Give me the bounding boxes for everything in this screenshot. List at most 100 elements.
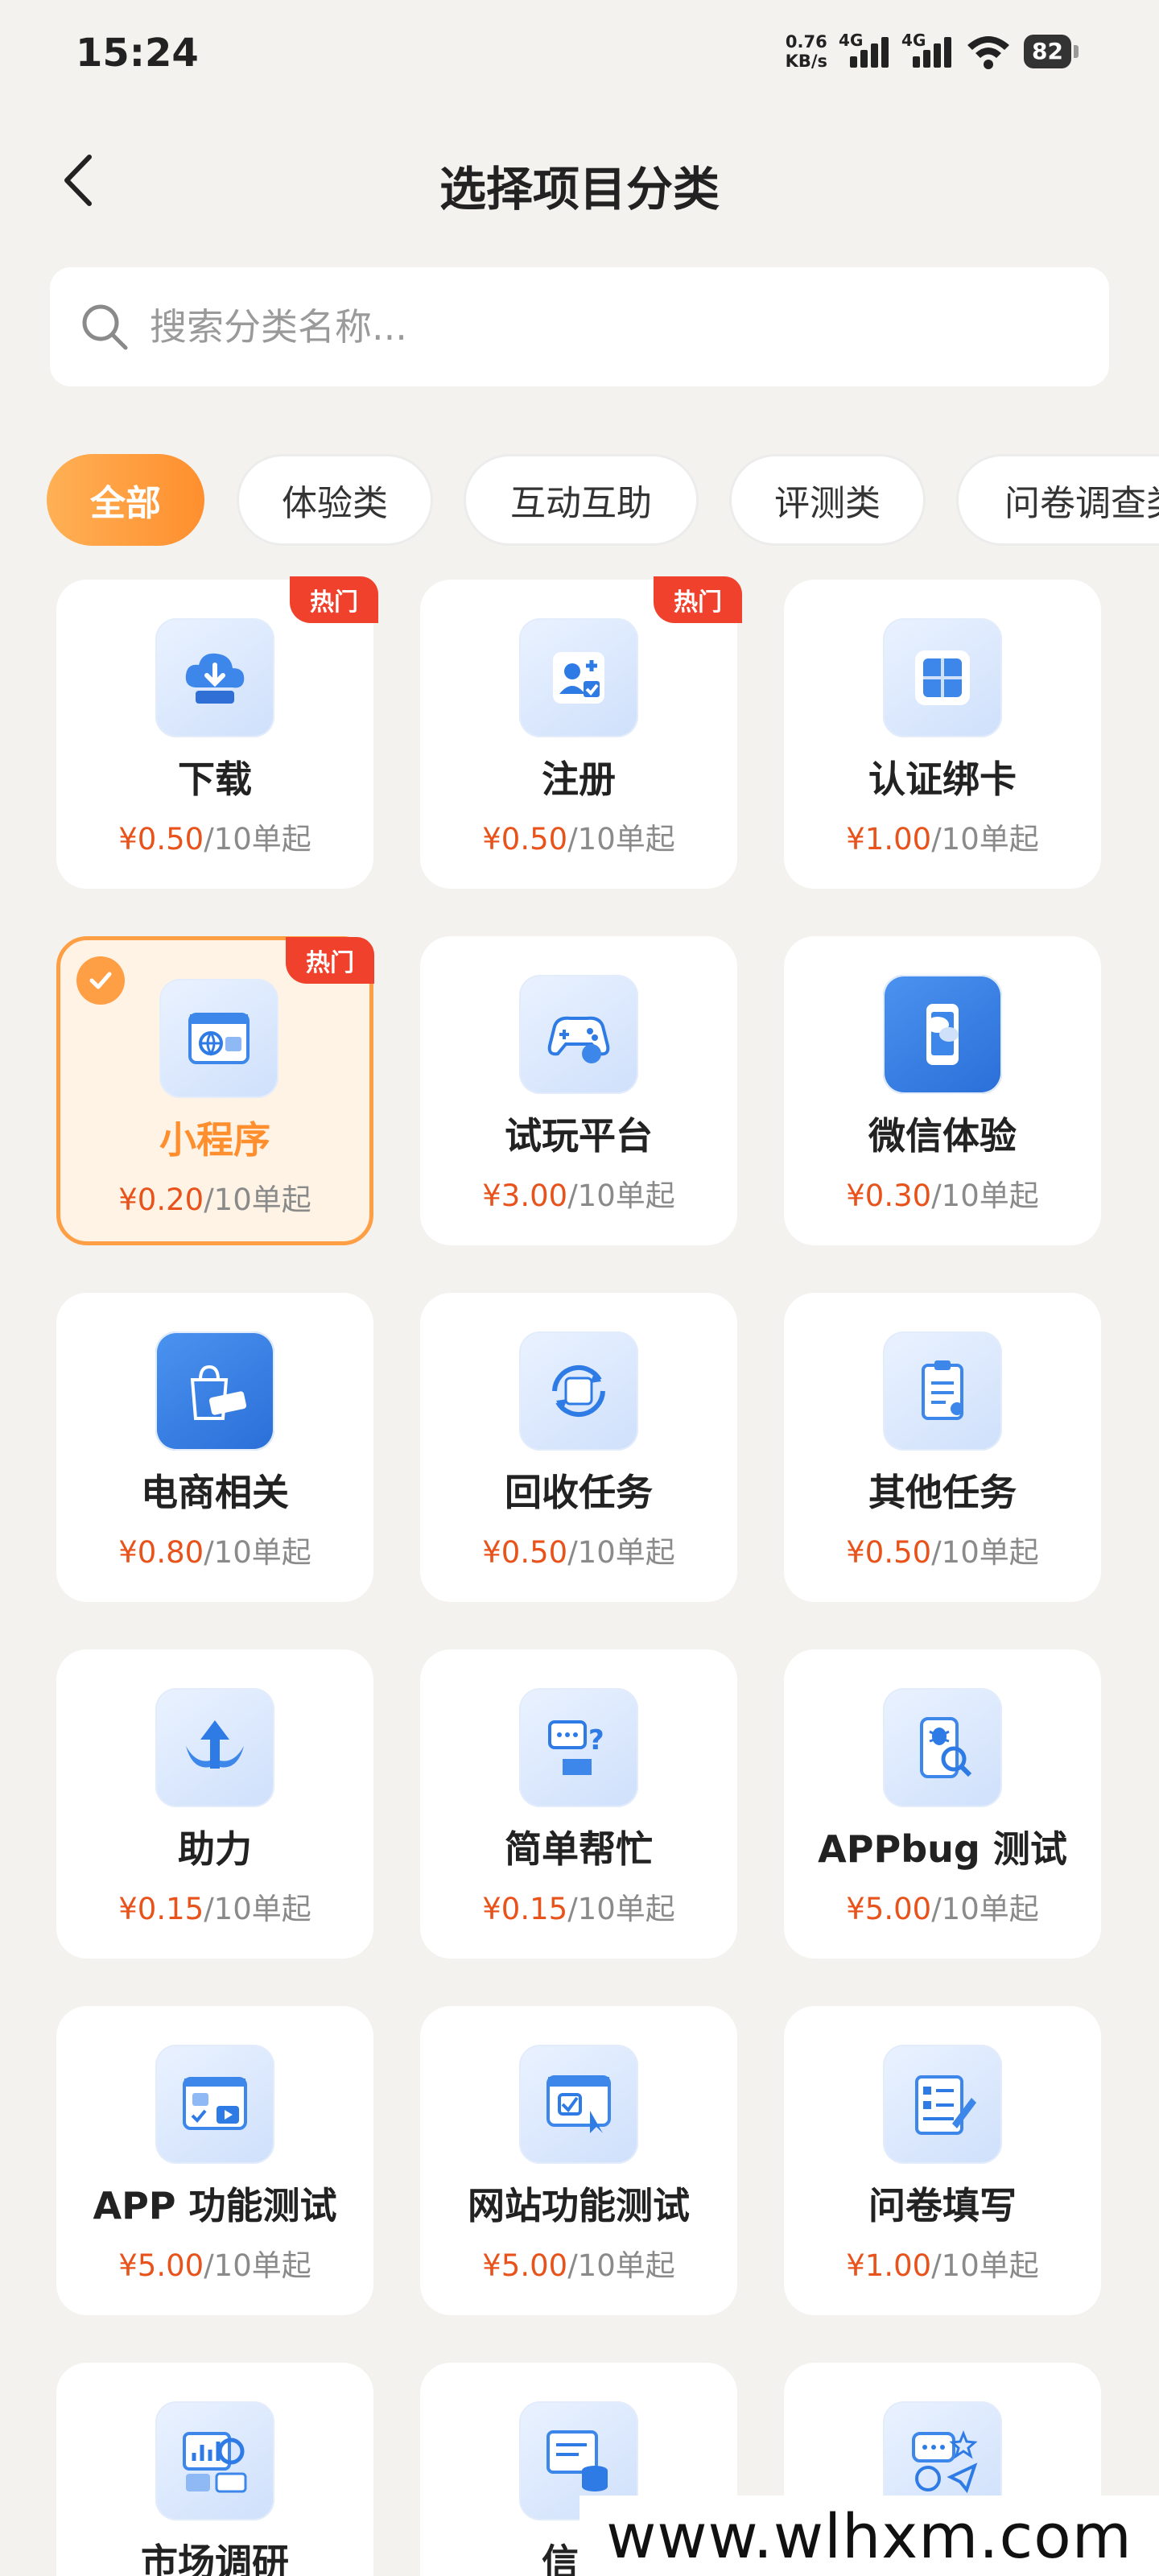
category-card[interactable]: 回收任务 ¥0.50/10单起 bbox=[420, 1293, 737, 1602]
tab-review[interactable]: 评测类 bbox=[729, 454, 926, 546]
mini-program-icon bbox=[159, 979, 278, 1098]
category-card[interactable]: 认证绑卡 ¥1.00/10单起 bbox=[784, 580, 1101, 889]
battery-level: 82 bbox=[1024, 35, 1071, 68]
category-card[interactable]: 热门 小程序 ¥0.20/10单起 bbox=[56, 936, 374, 1245]
network-speed-value: 0.76 bbox=[785, 32, 827, 52]
hot-badge: 热门 bbox=[290, 576, 378, 623]
price-amount: ¥0.50 bbox=[482, 822, 568, 857]
category-name: 下载 bbox=[178, 758, 252, 801]
search-icon bbox=[82, 304, 128, 350]
help-chat-icon: ? bbox=[519, 1688, 638, 1807]
price-unit: /10单起 bbox=[204, 1183, 311, 1217]
price-unit: /10单起 bbox=[931, 1179, 1039, 1213]
hot-badge: 热门 bbox=[654, 576, 742, 623]
price-unit: /10单起 bbox=[931, 2248, 1039, 2283]
category-card[interactable]: 市场调研 bbox=[56, 2363, 373, 2576]
category-price: ¥0.50/10单起 bbox=[420, 1528, 737, 1571]
status-time: 15:24 bbox=[76, 31, 199, 76]
category-card[interactable]: ? 简单帮忙 ¥0.15/10单起 bbox=[420, 1649, 737, 1959]
signal-icon: 4G bbox=[839, 31, 890, 72]
page-header: 选择项目分类 bbox=[0, 137, 1159, 225]
search-input[interactable] bbox=[150, 305, 1035, 349]
category-tabs: 全部 体验类 互动互助 评测类 问卷调查类 bbox=[47, 454, 1159, 549]
category-card[interactable]: APPbug 测试 ¥5.00/10单起 bbox=[784, 1649, 1101, 1959]
category-name: 试玩平台 bbox=[505, 1114, 653, 1158]
category-price: ¥0.15/10单起 bbox=[420, 1885, 737, 1928]
price-amount: ¥0.15 bbox=[482, 1892, 568, 1926]
hot-badge: 热门 bbox=[286, 937, 374, 984]
price-unit: /10单起 bbox=[567, 1179, 675, 1213]
category-price: ¥0.50/10单起 bbox=[56, 815, 373, 858]
category-name: APPbug 测试 bbox=[818, 1827, 1067, 1871]
watermark-text: www.wlhxm.com bbox=[580, 2496, 1159, 2576]
category-card[interactable]: 其他任务 ¥0.50/10单起 bbox=[784, 1293, 1101, 1602]
category-name: 问卷填写 bbox=[868, 2184, 1017, 2227]
category-card[interactable]: 问卷填写 ¥1.00/10单起 bbox=[784, 2006, 1101, 2315]
battery-icon: 82 bbox=[1024, 35, 1079, 68]
category-price: ¥3.00/10单起 bbox=[420, 1171, 737, 1215]
network-speed: 0.76 KB/s bbox=[786, 32, 827, 71]
category-card[interactable]: 网站功能测试 ¥5.00/10单起 bbox=[420, 2006, 737, 2315]
price-amount: ¥0.20 bbox=[118, 1183, 204, 1217]
app-function-icon bbox=[155, 2045, 274, 2164]
category-name: 电商相关 bbox=[141, 1471, 289, 1514]
price-unit: /10单起 bbox=[567, 1892, 675, 1926]
price-unit: /10单起 bbox=[204, 1535, 311, 1570]
price-amount: ¥0.50 bbox=[482, 1535, 568, 1570]
category-card[interactable]: 电商相关 ¥0.80/10单起 bbox=[56, 1293, 373, 1602]
category-card[interactable]: APP 功能测试 ¥5.00/10单起 bbox=[56, 2006, 373, 2315]
bug-test-icon bbox=[883, 1688, 1002, 1807]
category-name: 助力 bbox=[178, 1827, 252, 1871]
category-name: 微信体验 bbox=[868, 1114, 1017, 1158]
market-research-icon bbox=[155, 2401, 274, 2520]
category-card[interactable]: 试玩平台 ¥3.00/10单起 bbox=[420, 936, 737, 1245]
price-amount: ¥0.80 bbox=[118, 1535, 204, 1570]
price-unit: /10单起 bbox=[931, 822, 1039, 857]
tab-experience[interactable]: 体验类 bbox=[237, 454, 433, 546]
price-amount: ¥0.50 bbox=[846, 1535, 932, 1570]
category-card[interactable]: 热门下载 ¥0.50/10单起 bbox=[56, 576, 378, 889]
category-price: ¥5.00/10单起 bbox=[56, 2241, 373, 2285]
price-unit: /10单起 bbox=[204, 1892, 311, 1926]
category-card[interactable]: 微信体验 ¥0.30/10单起 bbox=[784, 936, 1101, 1245]
network-speed-unit: KB/s bbox=[785, 52, 828, 71]
status-bar: 15:24 0.76 KB/s 4G 4G 82 bbox=[0, 0, 1159, 105]
verify-card-icon bbox=[883, 618, 1002, 737]
wechat-phone-icon bbox=[883, 975, 1002, 1094]
category-name: 注册 bbox=[542, 758, 616, 801]
clipboard-icon bbox=[883, 1331, 1002, 1451]
price-amount: ¥0.50 bbox=[118, 822, 204, 857]
tab-interaction[interactable]: 互动互助 bbox=[464, 454, 699, 546]
category-price: ¥5.00/10单起 bbox=[784, 1885, 1101, 1928]
price-unit: /10单起 bbox=[204, 822, 311, 857]
category-price: ¥5.00/10单起 bbox=[420, 2241, 737, 2285]
category-card[interactable]: 热门注册 ¥0.50/10单起 bbox=[420, 576, 742, 889]
search-bar[interactable] bbox=[50, 267, 1109, 386]
category-name: 回收任务 bbox=[505, 1471, 653, 1514]
category-price: ¥0.50/10单起 bbox=[420, 815, 737, 858]
website-test-icon bbox=[519, 2045, 638, 2164]
category-price: ¥0.20/10单起 bbox=[60, 1175, 369, 1219]
category-name: 简单帮忙 bbox=[505, 1827, 653, 1871]
category-price: ¥0.15/10单起 bbox=[56, 1885, 373, 1928]
category-name: 其他任务 bbox=[868, 1471, 1017, 1514]
price-amount: ¥1.00 bbox=[846, 822, 932, 857]
category-name: 市场调研 bbox=[141, 2541, 289, 2576]
price-amount: ¥5.00 bbox=[482, 2248, 568, 2283]
category-price: ¥0.30/10单起 bbox=[784, 1171, 1101, 1215]
recycle-task-icon bbox=[519, 1331, 638, 1451]
signal-type-label: 4G bbox=[839, 31, 864, 50]
price-amount: ¥5.00 bbox=[118, 2248, 204, 2283]
tab-survey[interactable]: 问卷调查类 bbox=[956, 454, 1159, 546]
category-price: ¥1.00/10单起 bbox=[784, 815, 1101, 858]
tab-all[interactable]: 全部 bbox=[47, 454, 204, 546]
price-unit: /10单起 bbox=[931, 1535, 1039, 1570]
category-card[interactable]: 助力 ¥0.15/10单起 bbox=[56, 1649, 373, 1959]
price-unit: /10单起 bbox=[204, 2248, 311, 2283]
category-price: ¥1.00/10单起 bbox=[784, 2241, 1101, 2285]
price-amount: ¥1.00 bbox=[846, 2248, 932, 2283]
shopping-bag-icon bbox=[155, 1331, 274, 1451]
status-icons: 0.76 KB/s 4G 4G 82 bbox=[786, 29, 1079, 74]
category-name: 认证绑卡 bbox=[868, 758, 1017, 801]
price-unit: /10单起 bbox=[567, 1535, 675, 1570]
